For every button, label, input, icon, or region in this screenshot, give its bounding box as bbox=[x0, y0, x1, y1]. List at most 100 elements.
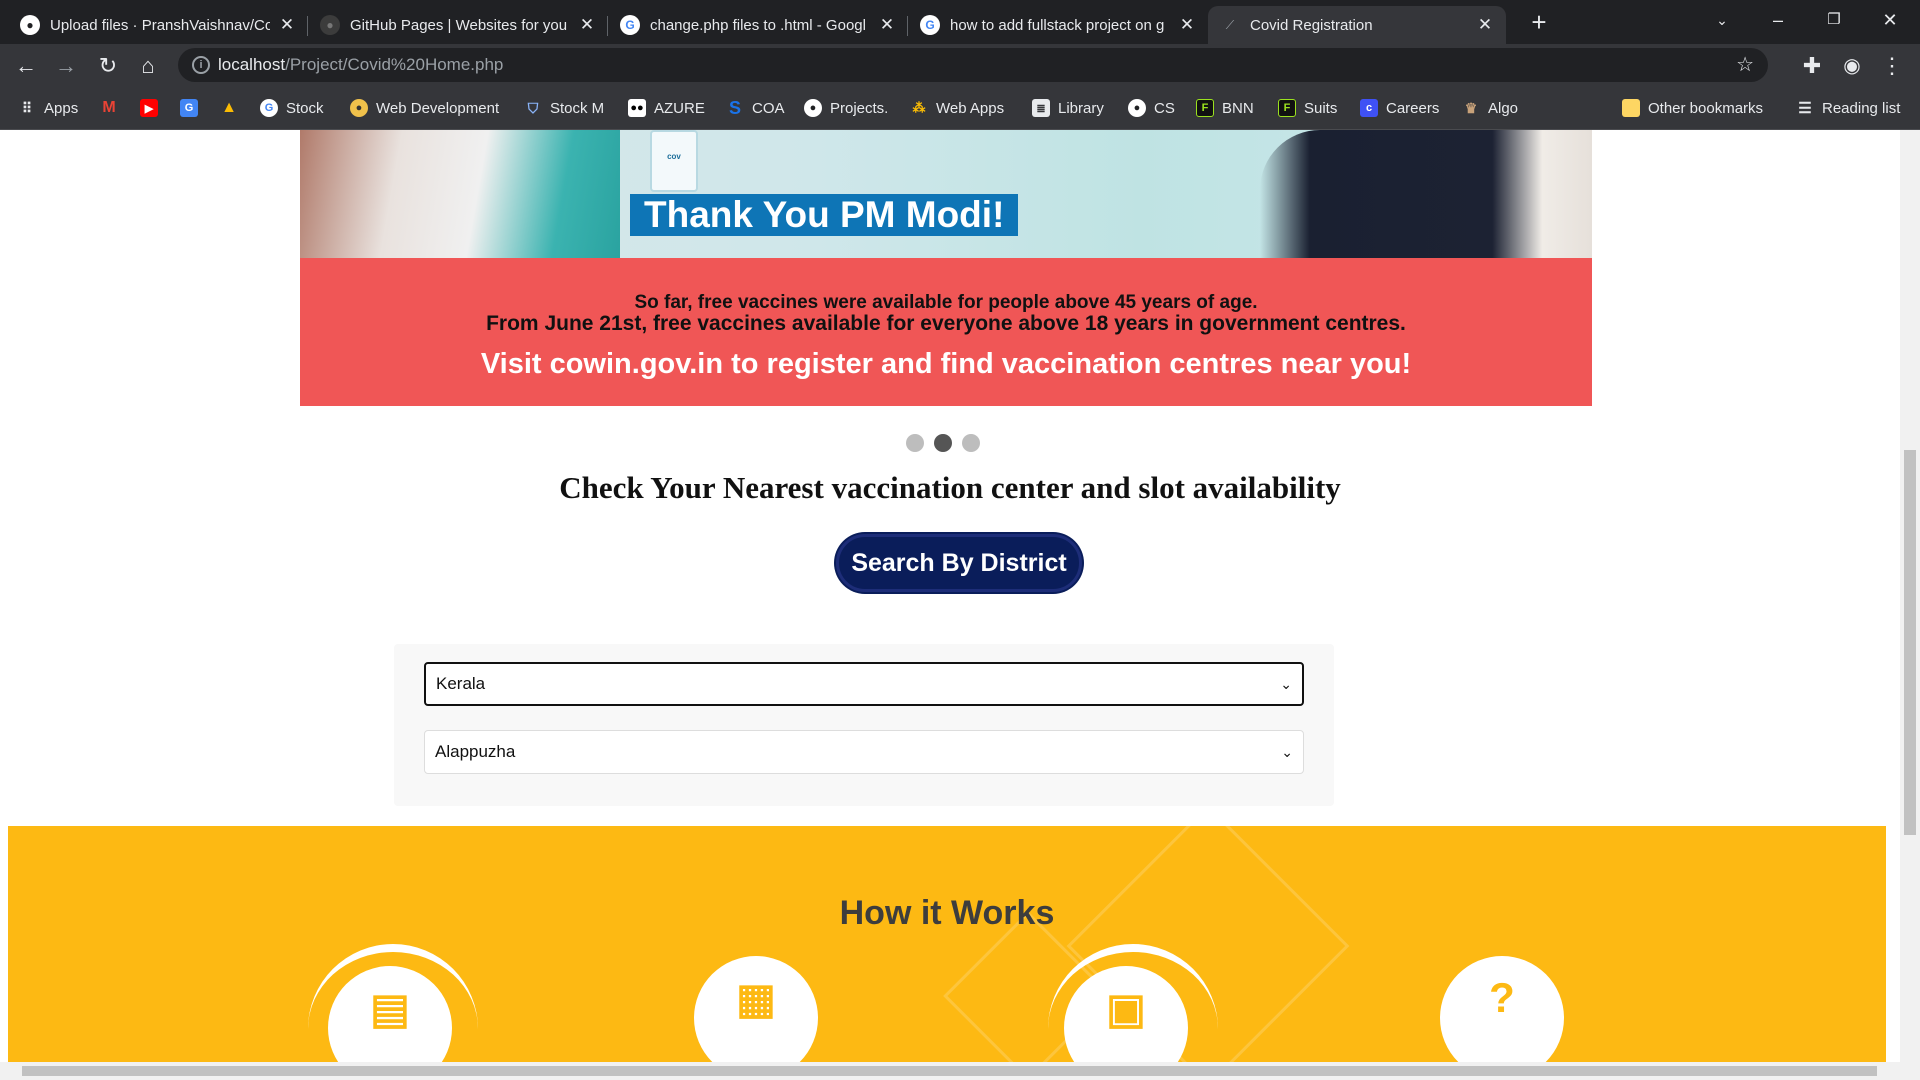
vaccine-vial-image: cov bbox=[650, 130, 698, 192]
vertical-scrollbar[interactable] bbox=[1900, 130, 1920, 1062]
shield-icon: ⛉ bbox=[527, 99, 539, 116]
bookmark-projects[interactable]: ● Projects. bbox=[804, 96, 888, 120]
bookmark-coa[interactable]: S COA bbox=[726, 96, 785, 120]
banner-image: cov Thank You PM Modi! bbox=[300, 130, 1592, 258]
bookmark-web-development[interactable]: ● Web Development bbox=[350, 96, 499, 120]
bookmark-other[interactable]: Other bookmarks bbox=[1622, 96, 1763, 120]
bookmark-algo[interactable]: ♛ Algo bbox=[1462, 96, 1518, 120]
search-by-district-button[interactable]: Search By District bbox=[836, 534, 1082, 592]
youtube-icon: ▶ bbox=[140, 99, 158, 117]
bookmark-bnn[interactable]: F BNN bbox=[1196, 96, 1254, 120]
bookmark-cs[interactable]: ● CS bbox=[1128, 96, 1175, 120]
tab-covid-registration[interactable]: ⟋ Covid Registration ✕ bbox=[1208, 6, 1506, 44]
bookmark-azure[interactable]: ●● AZURE bbox=[628, 96, 705, 120]
bookmark-careers[interactable]: c Careers bbox=[1360, 96, 1439, 120]
tab-strip: ● Upload files · PranshVaishnav/Co ✕ ● G… bbox=[0, 0, 1920, 44]
pm-image bbox=[1260, 130, 1592, 258]
google-icon: G bbox=[260, 99, 278, 117]
extensions-icon[interactable]: ✚ bbox=[1796, 50, 1828, 82]
page-viewport: cov Thank You PM Modi! So far, free vacc… bbox=[0, 130, 1900, 1062]
hospital-step-icon: ▦ bbox=[694, 956, 818, 1062]
reading-list-icon: ☰ bbox=[1798, 100, 1812, 117]
horizontal-scrollbar[interactable] bbox=[0, 1062, 1920, 1080]
banner-line-3: Visit cowin.gov.in to register and find … bbox=[480, 348, 1412, 380]
tab-search-icon[interactable]: ⌄ bbox=[1694, 0, 1750, 40]
f-icon: F bbox=[1196, 99, 1214, 117]
toolbar: ← → ↻ ⌂ i localhost/Project/Covid%20Home… bbox=[0, 44, 1920, 86]
bookmark-gmail[interactable]: M bbox=[100, 96, 126, 120]
scrollbar-thumb[interactable] bbox=[1904, 450, 1916, 835]
restore-button[interactable]: ❐ bbox=[1806, 0, 1862, 40]
healthcare-workers-image bbox=[300, 130, 620, 258]
banner-line-2: From June 21st, free vaccines available … bbox=[486, 312, 1406, 335]
menu-icon[interactable]: ⋮ bbox=[1876, 50, 1908, 82]
thank-you-label: Thank You PM Modi! bbox=[630, 194, 1019, 236]
bookmark-library[interactable]: ≣ Library bbox=[1032, 96, 1104, 120]
forward-icon[interactable]: → bbox=[50, 50, 82, 82]
back-icon[interactable]: ← bbox=[10, 50, 42, 82]
new-tab-button[interactable]: + bbox=[1520, 6, 1558, 38]
web-apps-icon: ⁂ bbox=[912, 100, 926, 115]
close-tab-icon[interactable]: ✕ bbox=[1476, 15, 1494, 35]
medium-icon: ●● bbox=[628, 99, 646, 117]
tab-github-pages[interactable]: ● GitHub Pages | Websites for you ✕ bbox=[308, 6, 608, 44]
reload-icon[interactable]: ↻ bbox=[92, 50, 124, 82]
github-icon: ● bbox=[320, 15, 340, 35]
how-it-works-title: How it Works bbox=[839, 894, 1055, 932]
close-tab-icon[interactable]: ✕ bbox=[1178, 15, 1196, 35]
tab-upload-files[interactable]: ● Upload files · PranshVaishnav/Co ✕ bbox=[8, 6, 308, 44]
browser-chrome: ● Upload files · PranshVaishnav/Co ✕ ● G… bbox=[0, 0, 1920, 130]
github-icon: ● bbox=[804, 99, 822, 117]
close-tab-icon[interactable]: ✕ bbox=[278, 15, 296, 35]
search-form: Kerala ⌄ Alappuzha ⌄ bbox=[394, 644, 1334, 806]
drive-icon: ▲ bbox=[221, 99, 237, 116]
minimize-button[interactable]: – bbox=[1750, 0, 1806, 40]
bookmark-youtube[interactable]: ▶ bbox=[140, 96, 166, 120]
carousel-dot-2[interactable] bbox=[934, 434, 952, 452]
chevron-down-icon: ⌄ bbox=[1280, 676, 1292, 692]
f-icon: F bbox=[1278, 99, 1296, 117]
bookmark-suits[interactable]: F Suits bbox=[1278, 96, 1337, 120]
avatar[interactable]: ◉ bbox=[1836, 50, 1868, 82]
google-icon: G bbox=[620, 15, 640, 35]
web-dev-icon: ● bbox=[350, 99, 368, 117]
close-tab-icon[interactable]: ✕ bbox=[578, 15, 596, 35]
bookmark-apps[interactable]: ⠿ Apps bbox=[18, 96, 78, 120]
github-icon: ● bbox=[1128, 99, 1146, 117]
url-text: localhost/Project/Covid%20Home.php bbox=[218, 55, 504, 74]
folder-icon bbox=[1622, 99, 1640, 117]
bookmark-web-apps[interactable]: ⁂ Web Apps bbox=[910, 96, 1005, 120]
gsuite-icon: G bbox=[180, 99, 198, 117]
address-bar[interactable]: i localhost/Project/Covid%20Home.php ☆ bbox=[178, 48, 1768, 82]
bookmark-drive[interactable]: ▲ bbox=[220, 96, 246, 120]
tab-fullstack[interactable]: G how to add fullstack project on g ✕ bbox=[908, 6, 1208, 44]
district-select[interactable]: Alappuzha ⌄ bbox=[424, 730, 1304, 774]
bookmark-star-icon[interactable]: ☆ bbox=[1736, 52, 1754, 77]
vaccine-info-banner: So far, free vaccines were available for… bbox=[300, 258, 1592, 406]
bookmark-stock[interactable]: G Stock bbox=[260, 96, 324, 120]
apps-grid-icon: ⠿ bbox=[21, 99, 33, 116]
chevron-down-icon: ⌄ bbox=[1281, 744, 1293, 760]
close-tab-icon[interactable]: ✕ bbox=[878, 15, 896, 35]
page-heading: Check Your Nearest vaccination center an… bbox=[559, 470, 1341, 505]
carousel-indicators bbox=[906, 434, 980, 452]
bookmark-gs[interactable]: G bbox=[180, 96, 206, 120]
scrollbar-thumb[interactable] bbox=[22, 1066, 1877, 1076]
bookmark-stock-m[interactable]: ⛉ Stock M bbox=[524, 96, 604, 120]
help-step-icon: ? bbox=[1440, 956, 1564, 1062]
info-icon[interactable]: i bbox=[192, 56, 210, 74]
reading-list-button[interactable]: ☰ Reading list bbox=[1796, 96, 1900, 120]
page-icon: ⟋ bbox=[1225, 17, 1235, 32]
gmail-icon: M bbox=[102, 99, 116, 116]
home-icon[interactable]: ⌂ bbox=[132, 50, 164, 82]
careers-icon: c bbox=[1360, 99, 1378, 117]
banner-line-1: So far, free vaccines were available for… bbox=[634, 292, 1258, 313]
state-select[interactable]: Kerala ⌄ bbox=[424, 662, 1304, 706]
library-icon: ≣ bbox=[1032, 99, 1050, 117]
bookmarks-bar: ⠿ Apps M ▶ G ▲ G Stock ● Web Development ⛉ S… bbox=[0, 86, 1920, 130]
close-window-button[interactable]: ✕ bbox=[1862, 0, 1918, 40]
tab-change-php[interactable]: G change.php files to .html - Googl ✕ bbox=[608, 6, 908, 44]
carousel-dot-3[interactable] bbox=[962, 434, 980, 452]
s-icon: S bbox=[728, 97, 741, 118]
carousel-dot-1[interactable] bbox=[906, 434, 924, 452]
